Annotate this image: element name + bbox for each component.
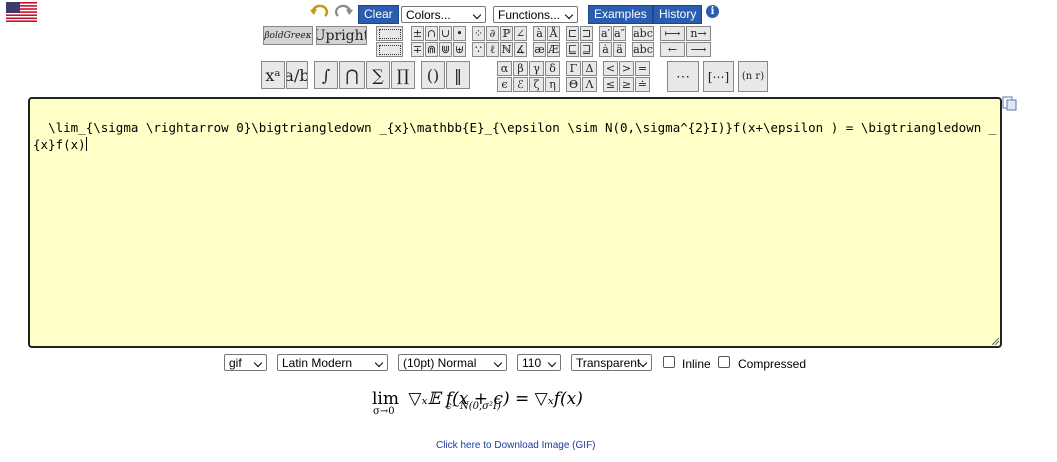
examples-button[interactable]: Examples (588, 5, 653, 24)
matrix-dots-button[interactable]: ⋯ (667, 61, 699, 92)
symbol-row2-button-14[interactable]: abc (632, 42, 654, 57)
symbol-row2-button-2[interactable]: ⋓ (439, 42, 452, 57)
background-select[interactable]: Transparent (571, 354, 652, 371)
symbol-row1-button-3[interactable]: • (453, 26, 466, 41)
us-flag-icon[interactable] (6, 2, 37, 22)
symbol-row1-button-0[interactable]: ± (411, 26, 424, 41)
symbol-row1-button-4[interactable]: ⁘ (472, 26, 485, 41)
structure-button-6[interactable]: () (421, 61, 445, 89)
greek-row2-button-5[interactable]: Λ (582, 77, 597, 92)
latex-editor[interactable]: \lim_{\sigma \rightarrow 0}\bigtriangled… (28, 97, 1002, 348)
greek-row1-button-4[interactable]: Γ (566, 61, 581, 76)
structure-button-1[interactable]: a/b (286, 61, 308, 89)
greek-row2-button-8[interactable]: ≐ (635, 77, 650, 92)
info-icon[interactable]: i (706, 5, 719, 18)
greek-row1-button-1[interactable]: β (513, 61, 528, 76)
symbol-row2-button-3[interactable]: ⊎ (453, 42, 466, 57)
symbol-row2-button-1[interactable]: ⋒ (425, 42, 438, 57)
greek-row2-button-4[interactable]: Θ (566, 77, 581, 92)
dpi-select[interactable]: 110 (517, 354, 561, 371)
symbol-row1-button-5[interactable]: ∂ (486, 26, 499, 41)
symbol-row2-button-13[interactable]: ä (613, 42, 626, 57)
symbol-row2-button-10[interactable]: ⊑ (566, 42, 579, 57)
greek-row2-button-2[interactable]: ζ (529, 77, 544, 92)
greek-row2-button-0[interactable]: ϵ (497, 77, 512, 92)
editor-content: \lim_{\sigma \rightarrow 0}\bigtriangled… (33, 120, 997, 152)
symbol-row2-button-11[interactable]: ⊒ (580, 42, 593, 57)
structure-button-7[interactable]: ‖ (446, 61, 470, 89)
symbol-row1-button-11[interactable]: ⊐ (580, 26, 593, 41)
symbol-row1-button-1[interactable]: ∩ (425, 26, 438, 41)
symbol-row2-button-12[interactable]: ȧ (599, 42, 612, 57)
greek-row2-button-1[interactable]: ℰ (513, 77, 528, 92)
layout-box-icon (378, 44, 401, 55)
format-select[interactable]: gif (224, 354, 267, 371)
copy-icon[interactable] (1002, 96, 1017, 111)
greek-row2-button-3[interactable]: η (545, 77, 560, 92)
symbol-row2-button-16[interactable]: ⟶ (686, 42, 711, 57)
functions-select[interactable]: Functions... (493, 6, 578, 23)
preview-expectation-sub: ϵ∼N(0,σ²I) (446, 401, 501, 412)
greek-row2-button-7[interactable]: ≥ (619, 77, 634, 92)
symbol-row2-button-6[interactable]: ℕ (500, 42, 513, 57)
symbol-row1-button-6[interactable]: ℙ (500, 26, 513, 41)
bold-greek-button[interactable]: βoldGreeκ (263, 26, 313, 45)
symbol-row1-button-12[interactable]: a′ (599, 26, 612, 41)
symbol-row2-button-15[interactable]: ← (660, 42, 685, 57)
bracket-matrix-button[interactable]: [⋯] (703, 61, 734, 92)
greek-row1-button-3[interactable]: δ (545, 61, 560, 76)
symbol-row1-button-10[interactable]: ⊏ (566, 26, 579, 41)
symbol-row2-button-4[interactable]: ∵ (472, 42, 485, 57)
compressed-checkbox[interactable] (718, 356, 730, 368)
structure-button-3[interactable]: ⋂ (339, 61, 365, 89)
font-select[interactable]: Latin Modern (277, 354, 388, 371)
symbol-row2-button-9[interactable]: Æ (547, 42, 560, 57)
structure-button-4[interactable]: ∑ (366, 61, 390, 89)
greek-row1-button-7[interactable]: > (619, 61, 634, 76)
symbol-row2-button-0[interactable]: ∓ (411, 42, 424, 57)
symbol-row1-button-2[interactable]: ∪ (439, 26, 452, 41)
download-link[interactable]: Click here to Download Image (GIF) (436, 440, 596, 451)
clear-button[interactable]: Clear (358, 5, 399, 24)
symbol-row2-button-8[interactable]: æ (533, 42, 546, 57)
greek-row2-button-6[interactable]: ≤ (603, 77, 618, 92)
history-button[interactable]: History (653, 5, 703, 24)
symbol-row1-button-8[interactable]: à (533, 26, 546, 41)
text-cursor (85, 137, 87, 151)
undo-icon[interactable] (309, 4, 330, 20)
greek-row1-button-2[interactable]: γ (529, 61, 544, 76)
symbol-row2-button-5[interactable]: ℓ (486, 42, 499, 57)
symbol-row2-button-7[interactable]: ∡ (514, 42, 527, 57)
greek-row1-button-8[interactable]: = (635, 61, 650, 76)
symbol-row1-button-16[interactable]: n→ (686, 26, 711, 41)
symbol-row1-button-15[interactable]: ⟼ (660, 26, 685, 41)
resize-handle-icon[interactable] (991, 337, 999, 345)
upright-button[interactable]: Upright (316, 26, 367, 45)
layout-box-button-0[interactable] (376, 26, 403, 41)
symbol-row1-button-7[interactable]: ∠ (514, 26, 527, 41)
symbol-row1-button-9[interactable]: Å (547, 26, 560, 41)
compressed-label: Compressed (738, 357, 807, 371)
layout-box-icon (378, 28, 401, 39)
inline-label: Inline (682, 357, 711, 371)
binomial-button[interactable]: (n r) (738, 61, 768, 92)
greek-row1-button-5[interactable]: Δ (582, 61, 597, 76)
symbol-row1-button-13[interactable]: a″ (613, 26, 626, 41)
equation-preview: lim σ→0 ▽ₓ𝔼 f(x + ϵ) = ▽ₓf(x) ϵ∼N(0,σ²I) (372, 389, 583, 417)
structure-button-2[interactable]: ∫ (314, 61, 338, 89)
greek-row1-button-6[interactable]: < (603, 61, 618, 76)
structure-button-0[interactable]: xᵃ (261, 61, 285, 89)
size-select[interactable]: (10pt) Normal (398, 354, 507, 371)
layout-box-button-1[interactable] (376, 42, 403, 57)
inline-checkbox[interactable] (663, 356, 675, 368)
greek-row1-button-0[interactable]: α (497, 61, 512, 76)
redo-icon[interactable] (333, 4, 354, 20)
colors-select[interactable]: Colors... (401, 6, 486, 23)
preview-lim-sub: σ→0 (373, 406, 395, 417)
structure-button-5[interactable]: ∏ (391, 61, 415, 89)
symbol-row1-button-14[interactable]: abc (632, 26, 654, 41)
